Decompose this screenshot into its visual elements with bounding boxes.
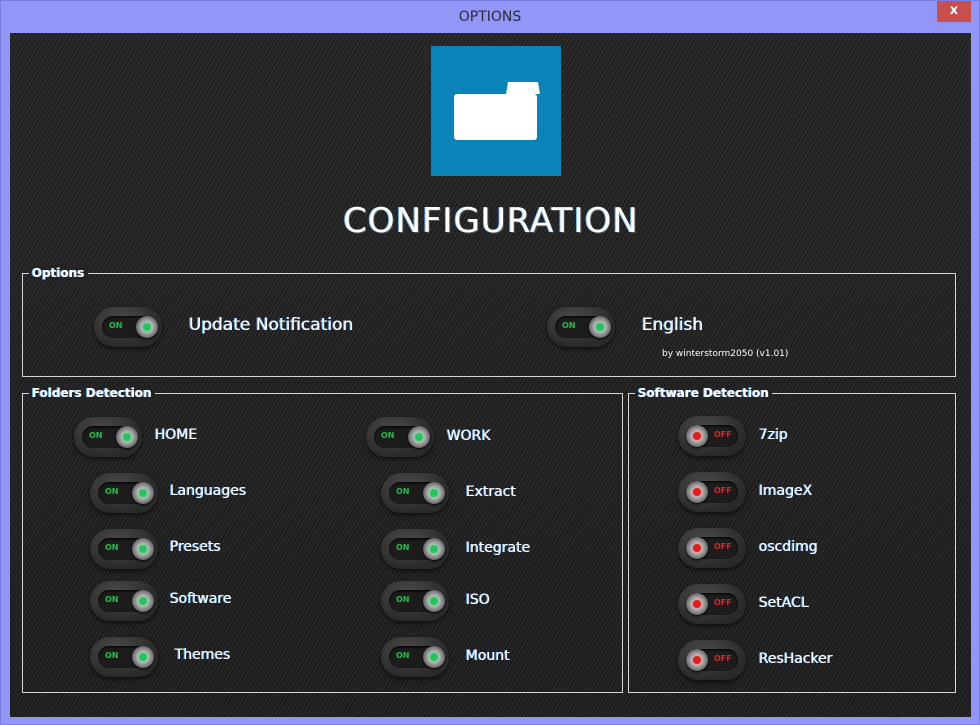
options-window: OPTIONS x CONFIGURATION Options ON Updat… (0, 0, 980, 725)
label-languages: Languages (170, 483, 247, 499)
toggle-themes[interactable]: ON (90, 637, 158, 677)
window-title: OPTIONS (458, 9, 522, 25)
options-legend: Options (29, 265, 88, 281)
logo (431, 46, 561, 176)
label-presets: Presets (170, 539, 221, 555)
page-heading: CONFIGURATION (343, 201, 639, 241)
toggle-home[interactable]: ON (74, 417, 142, 457)
toggle-imagex[interactable]: OFF (678, 472, 746, 512)
label-mount: Mount (466, 648, 510, 664)
toggle-iso[interactable]: ON (381, 581, 449, 621)
language-label: English (642, 315, 704, 335)
label-oscdimg: oscdimg (759, 539, 818, 555)
label-reshacker: ResHacker (759, 651, 833, 667)
label-extract: Extract (466, 484, 517, 500)
label-imagex: ImageX (759, 483, 813, 499)
label-home: HOME (155, 427, 198, 443)
label-software: Software (170, 591, 232, 607)
toggle-integrate[interactable]: ON (381, 529, 449, 569)
label-themes: Themes (175, 647, 231, 663)
credit-text: by winterstorm2050 (v1.01) (662, 349, 789, 359)
close-button[interactable]: x (937, 1, 971, 22)
options-group: Options (22, 265, 956, 377)
language-toggle[interactable]: ON (547, 307, 615, 347)
toggle-reshacker[interactable]: OFF (678, 640, 746, 680)
folder-icon (454, 82, 540, 140)
toggle-languages[interactable]: ON (90, 473, 158, 513)
toggle-7zip[interactable]: OFF (678, 416, 746, 456)
toggle-presets[interactable]: ON (90, 529, 158, 569)
software-legend: Software Detection (635, 385, 772, 401)
toggle-extract[interactable]: ON (381, 473, 449, 513)
toggle-work[interactable]: ON (366, 417, 434, 457)
toggle-oscdimg[interactable]: OFF (678, 528, 746, 568)
client-area: CONFIGURATION Options ON Update Notifica… (10, 33, 971, 717)
label-integrate: Integrate (466, 540, 531, 556)
toggle-software[interactable]: ON (90, 581, 158, 621)
label-work: WORK (447, 428, 491, 444)
toggle-mount[interactable]: ON (381, 637, 449, 677)
label-7zip: 7zip (759, 427, 789, 443)
folders-legend: Folders Detection (29, 385, 155, 401)
update-notification-toggle[interactable]: ON (94, 307, 162, 347)
label-setacl: SetACL (759, 595, 809, 611)
update-notification-label: Update Notification (189, 315, 354, 335)
label-iso: ISO (466, 592, 491, 608)
toggle-setacl[interactable]: OFF (678, 584, 746, 624)
